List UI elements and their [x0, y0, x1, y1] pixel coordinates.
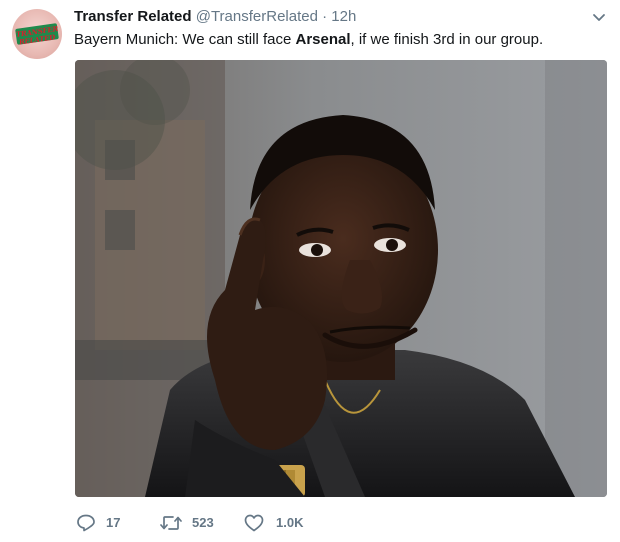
author-name[interactable]: Transfer Related — [74, 8, 192, 25]
heart-icon — [244, 514, 264, 532]
tweet-header: Transfer Related @TransferRelated · 12h — [74, 8, 356, 26]
reply-count: 17 — [106, 515, 121, 530]
tweet-timestamp[interactable]: 12h — [331, 8, 356, 25]
tweet-card[interactable]: TRANSFER RELATED Transfer Related @Trans… — [0, 0, 620, 542]
retweet-icon — [160, 516, 182, 530]
tweet-text-highlight: Arsenal — [295, 31, 351, 48]
tweet-photo[interactable] — [75, 60, 607, 497]
tweet-text: Bayern Munich: We can still face Arsenal… — [74, 30, 543, 50]
like-count: 1.0K — [276, 515, 304, 530]
header-separator: · — [322, 8, 328, 25]
chevron-down-icon[interactable] — [591, 11, 607, 23]
tweet-text-start: Bayern Munich: We can still face — [74, 31, 296, 48]
retweet-count: 523 — [192, 515, 214, 530]
avatar[interactable]: TRANSFER RELATED — [12, 9, 62, 59]
reply-icon — [77, 514, 95, 532]
tweet-text-end: , if we finish 3rd in our group. — [350, 31, 544, 48]
author-handle[interactable]: @TransferRelated — [196, 8, 318, 25]
